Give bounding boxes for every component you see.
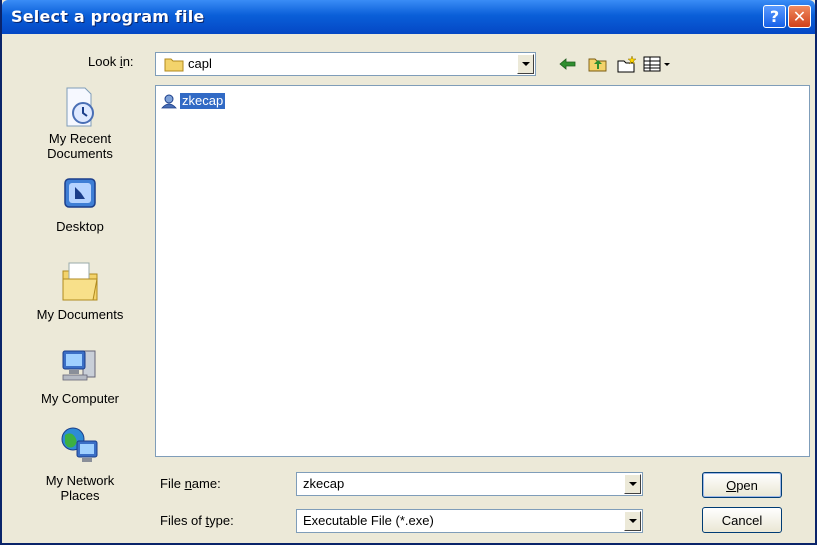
folder-icon bbox=[164, 58, 184, 72]
new-folder-icon[interactable] bbox=[616, 54, 638, 74]
desktop-icon bbox=[64, 178, 96, 208]
file-type-combo[interactable]: Executable File (*.exe) bbox=[296, 509, 643, 533]
place-my-computer[interactable]: My Computer bbox=[10, 343, 150, 406]
file-name-input[interactable]: zkecap bbox=[303, 476, 344, 491]
file-name-dropdown-button[interactable] bbox=[624, 474, 641, 494]
file-name-label-prefix: File bbox=[160, 476, 185, 491]
file-type-label-suffix: ype: bbox=[209, 513, 234, 528]
file-type-dropdown-button[interactable] bbox=[624, 511, 641, 531]
file-list[interactable]: zkecap bbox=[155, 85, 810, 457]
window-title: Select a program file bbox=[11, 7, 205, 26]
file-name-text: zkecap bbox=[180, 93, 226, 109]
place-label-line2: Documents bbox=[47, 146, 113, 161]
file-name-combo[interactable]: zkecap bbox=[296, 472, 643, 496]
place-network-places[interactable]: My Network Places bbox=[10, 425, 150, 503]
recent-documents-icon bbox=[66, 87, 94, 127]
file-name-label-accel: n bbox=[184, 476, 192, 491]
file-type-label-prefix: Files of bbox=[160, 513, 206, 528]
my-documents-icon bbox=[62, 262, 98, 301]
view-menu-icon[interactable] bbox=[642, 54, 672, 74]
place-recent-documents[interactable]: My Recent Documents bbox=[10, 85, 150, 161]
place-label-line1: Desktop bbox=[56, 219, 104, 234]
place-label-line1: My Network bbox=[45, 473, 115, 488]
program-icon bbox=[161, 94, 177, 109]
open-button-accel: O bbox=[726, 477, 737, 493]
look-in-combo[interactable]: capl bbox=[155, 52, 536, 76]
file-name-label: File name: bbox=[160, 476, 221, 491]
place-label-line2: Places bbox=[60, 488, 100, 503]
look-in-label-suffix: n: bbox=[122, 54, 134, 69]
open-button-label: pen bbox=[736, 477, 758, 493]
place-label-line1: My Computer bbox=[40, 391, 120, 406]
look-in-label: Look in: bbox=[88, 54, 134, 69]
look-in-dropdown-button[interactable] bbox=[517, 54, 534, 74]
place-my-documents[interactable]: My Documents bbox=[10, 257, 150, 322]
network-places-icon bbox=[61, 427, 98, 462]
place-label-line1: My Recent bbox=[48, 131, 112, 146]
select-program-dialog: Select a program file ? ✕ Look in: capl bbox=[0, 0, 817, 545]
look-in-label-prefix: Look bbox=[88, 54, 120, 69]
place-label-line1: My Documents bbox=[36, 307, 124, 322]
close-button[interactable]: ✕ bbox=[788, 5, 811, 28]
place-desktop[interactable]: Desktop bbox=[10, 173, 150, 234]
cancel-button[interactable]: Cancel bbox=[702, 507, 782, 533]
my-computer-icon bbox=[62, 350, 96, 381]
file-type-value: Executable File (*.exe) bbox=[303, 513, 434, 528]
up-folder-icon[interactable] bbox=[587, 54, 609, 74]
file-type-label: Files of type: bbox=[160, 513, 234, 528]
title-bar[interactable]: Select a program file ? ✕ bbox=[2, 0, 815, 34]
back-arrow-icon[interactable] bbox=[557, 54, 579, 74]
file-item-zkecap[interactable]: zkecap bbox=[160, 92, 226, 110]
open-button[interactable]: Open bbox=[702, 472, 782, 498]
look-in-value: capl bbox=[188, 56, 212, 71]
file-name-label-suffix: ame: bbox=[191, 476, 221, 491]
help-button[interactable]: ? bbox=[763, 5, 786, 28]
